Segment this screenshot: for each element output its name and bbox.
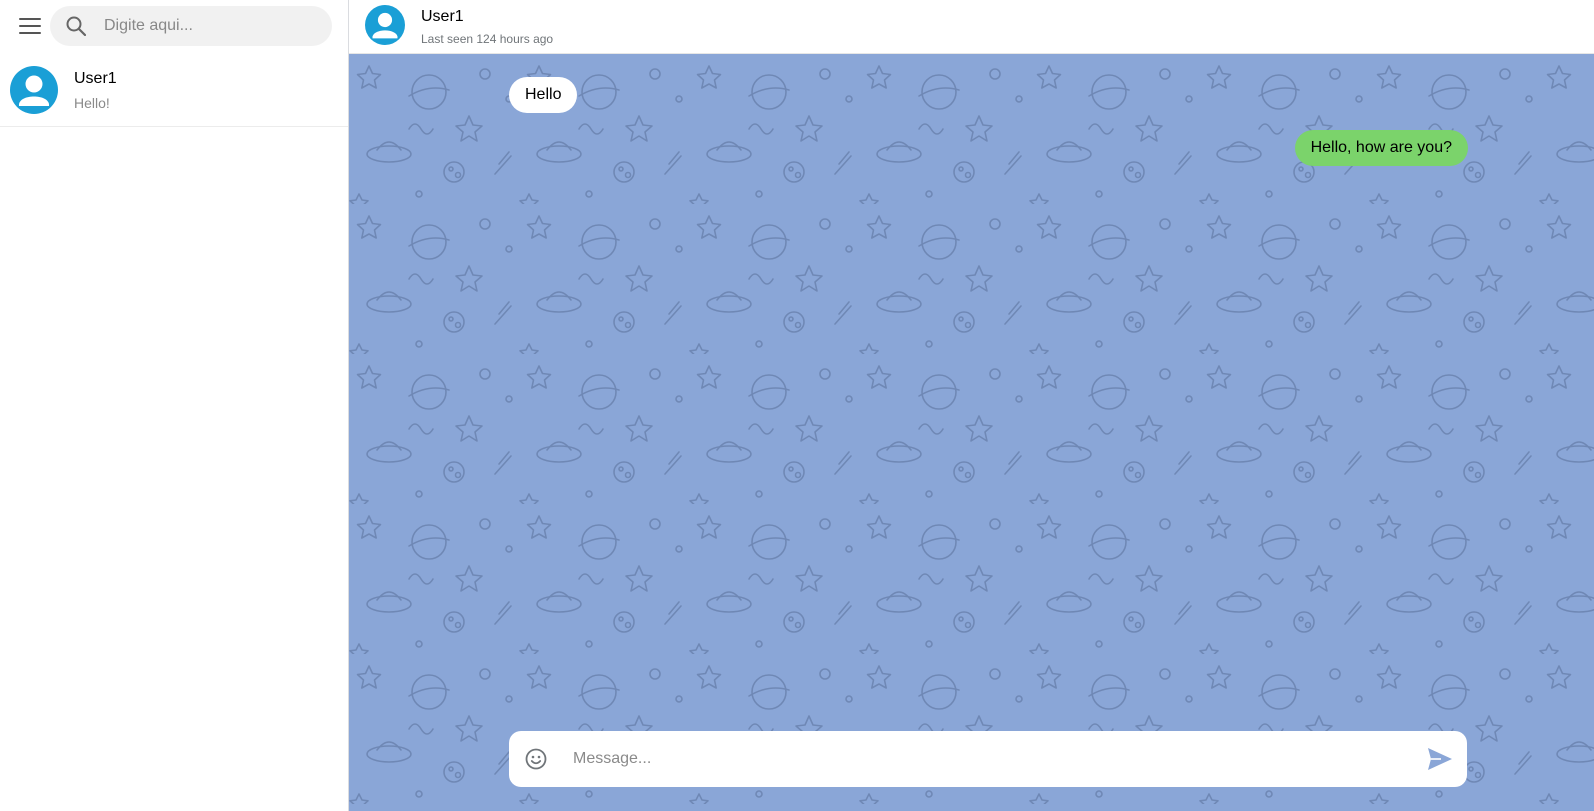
chat-list-item[interactable]: User1 Hello! xyxy=(0,54,348,127)
incoming-message[interactable]: Hello xyxy=(509,77,578,113)
menu-icon[interactable] xyxy=(16,14,44,38)
chat-name: User1 xyxy=(74,70,117,87)
contact-name[interactable]: User1 xyxy=(421,8,464,26)
emoji-icon[interactable] xyxy=(524,747,548,771)
message-composer xyxy=(509,731,1467,787)
last-seen-status: Last seen 124 hours ago xyxy=(421,32,554,46)
avatar-icon xyxy=(10,66,58,114)
avatar-icon[interactable] xyxy=(365,5,405,45)
chat-last-message: Hello! xyxy=(74,95,110,111)
background-pattern xyxy=(349,54,1594,811)
sidebar-top-bar xyxy=(0,0,348,52)
chat-header: User1 Last seen 124 hours ago xyxy=(349,0,1594,54)
search-box xyxy=(50,6,332,46)
search-input[interactable] xyxy=(104,6,324,46)
sidebar: User1 Hello! xyxy=(0,0,349,811)
outgoing-message[interactable]: Hello, how are you? xyxy=(1294,130,1468,166)
chat-area: Hello Hello, how are you? xyxy=(349,54,1594,811)
search-icon xyxy=(66,16,87,37)
chat-list: User1 Hello! xyxy=(0,54,348,127)
send-icon[interactable] xyxy=(1427,747,1453,771)
message-input[interactable] xyxy=(573,731,1393,787)
